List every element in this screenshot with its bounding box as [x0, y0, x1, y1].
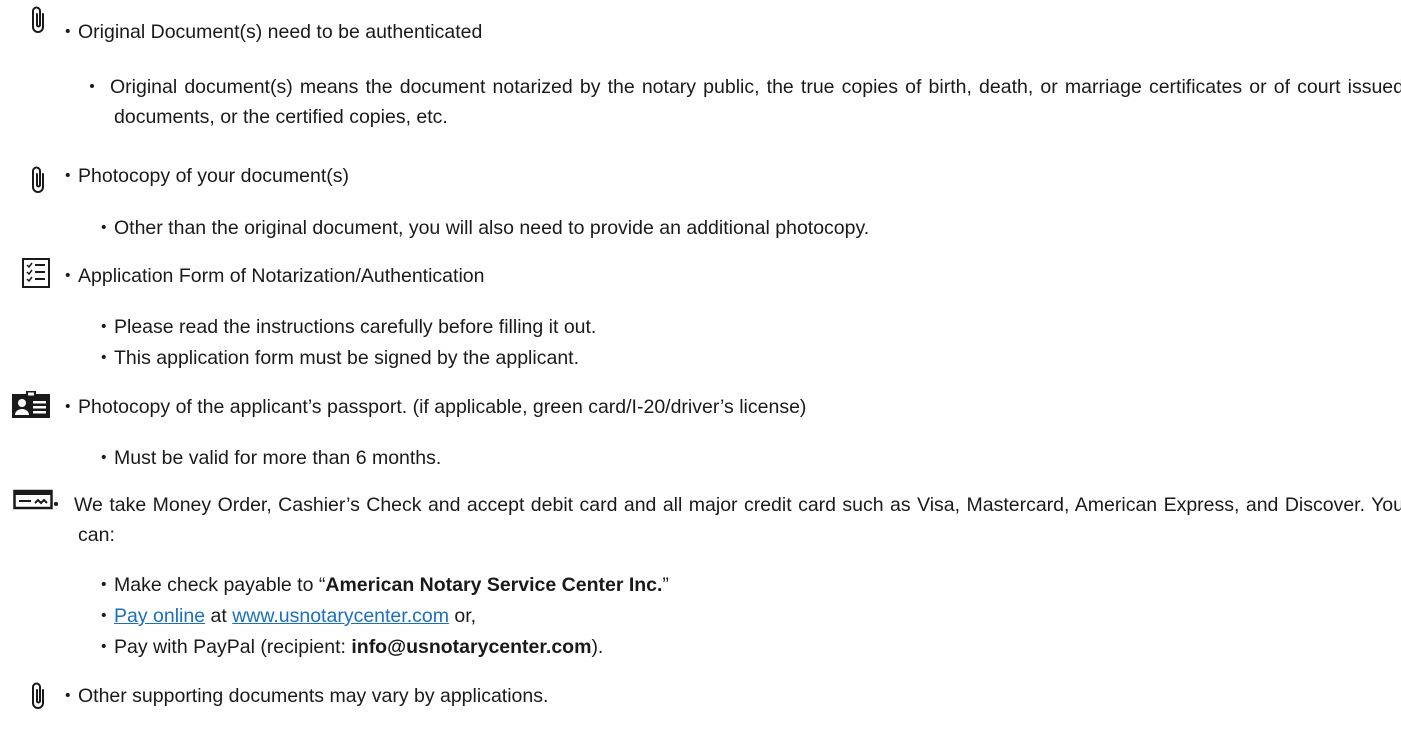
sub-item-paypal: ・Pay with PayPal (recipient: info@usnota… — [94, 636, 604, 658]
item-title: ・Application Form of Notarization/Authen… — [58, 265, 485, 287]
paperclip-icon — [20, 680, 56, 710]
checklist-icon — [18, 258, 54, 288]
item-title: ・ We take Money Order, Cashier’s Check an… — [46, 494, 1401, 547]
paperclip-icon — [20, 4, 56, 34]
sub-item-online: ・Pay online at www.usnotarycenter.com or… — [94, 605, 477, 627]
sub-item: ・ Original document(s) means the document… — [82, 76, 1401, 129]
pay-online-link[interactable]: Pay online — [114, 605, 205, 627]
paperclip-icon — [20, 164, 56, 194]
paypal-email: info@usnotarycenter.com — [351, 636, 592, 658]
sub-item-check: ・Make check payable to “American Notary … — [94, 574, 669, 596]
sub-item: ・Please read the instructions carefully … — [94, 316, 597, 338]
item-title: ・Original Document(s) need to be authent… — [58, 21, 483, 43]
id-card-icon — [10, 390, 52, 420]
item-title: ・Photocopy of the applicant’s passport. … — [58, 396, 807, 418]
item-title: ・Other supporting documents may vary by … — [58, 685, 549, 707]
website-link[interactable]: www.usnotarycenter.com — [232, 605, 449, 627]
check-payee: American Notary Service Center Inc. — [325, 574, 663, 596]
sub-item: ・Other than the original document, you w… — [94, 217, 870, 239]
sub-item: ・This application form must be signed by… — [94, 347, 580, 369]
item-title: ・Photocopy of your document(s) — [58, 165, 349, 187]
sub-item: ・Must be valid for more than 6 months. — [94, 447, 442, 469]
